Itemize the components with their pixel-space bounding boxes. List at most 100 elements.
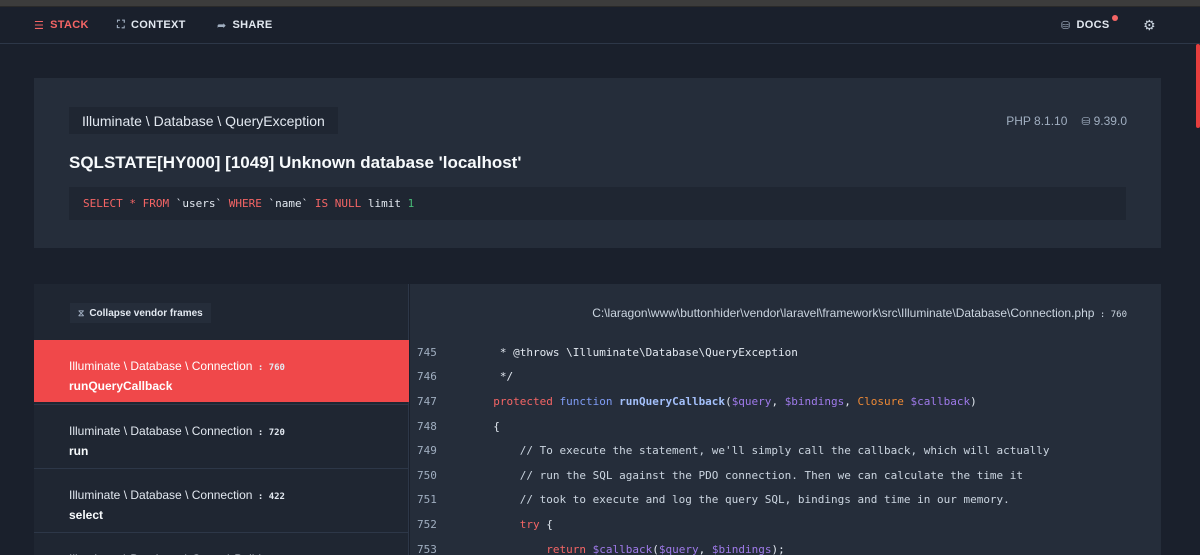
stack-frames-panel: ⧖ Collapse vendor frames Illuminate \ Da… <box>34 284 409 555</box>
type-closure: Closure <box>857 394 904 408</box>
laravel-icon: ⛁ <box>1081 115 1091 128</box>
expand-icon: ⛶ <box>117 18 125 31</box>
line-number: 746 <box>417 370 437 384</box>
sql-from: FROM <box>142 197 170 210</box>
fn-name: runQueryCallback <box>619 394 726 408</box>
frame-line-number: 720 <box>268 428 285 438</box>
paren-open: ( <box>652 542 659 555</box>
var-bindings: $bindings <box>711 542 772 555</box>
window-top-strip <box>0 0 1200 7</box>
paren-open: ( <box>725 394 732 408</box>
line-text: try { <box>480 518 553 531</box>
frame-header: Illuminate \ Database \ Connection : 760 <box>69 357 409 375</box>
var-bindings: $bindings <box>784 394 845 408</box>
comma: , <box>771 394 785 408</box>
stack-frame[interactable]: Illuminate \ Database \ Connection : 760… <box>34 340 409 402</box>
exception-card: Illuminate \ Database \ QueryException P… <box>34 78 1161 248</box>
line-text: return $callback($query, $bindings); <box>480 542 784 555</box>
sql-limit-value: 1 <box>407 197 415 210</box>
stack-frame[interactable]: Illuminate \ Database \ Connection : 720… <box>34 404 409 466</box>
version-info: PHP 8.1.10 ⛁ 9.39.0 <box>1006 114 1127 128</box>
nav-docs-label: DOCS <box>1076 19 1110 31</box>
var-query: $query <box>658 542 699 555</box>
var-callback: $callback <box>585 542 653 555</box>
sql-query: SELECT * FROM `users` WHERE `name` IS NU… <box>69 187 1126 220</box>
kw-return: return <box>546 542 586 555</box>
code-line: 750 // run the SQL against the PDO conne… <box>410 463 1161 488</box>
nav-docs-link[interactable]: ⛁ DOCS <box>1061 15 1118 32</box>
code-line: 751 // took to execute and log the query… <box>410 488 1161 513</box>
sql-table: `users` <box>169 197 229 210</box>
line-number: 753 <box>417 542 437 555</box>
nav-context-tab[interactable]: ⛶ CONTEXT <box>117 19 186 32</box>
sql-limit: limit <box>361 197 408 210</box>
sql-column: `name` <box>261 197 315 210</box>
frame-line: : <box>252 428 269 438</box>
frame-class: Illuminate \ Database \ Connection <box>69 424 253 438</box>
collapse-icon: ⧖ <box>78 307 85 318</box>
scrollbar-thumb[interactable] <box>1196 44 1200 128</box>
kw-try: try <box>519 517 540 531</box>
frame-line: : <box>252 363 269 373</box>
paren-close: ) <box>970 394 977 408</box>
sql-is-null: IS NULL <box>314 197 362 210</box>
frame-header: Illuminate \ Database \ Connection : 422 <box>69 486 409 504</box>
frame-line-number: 422 <box>268 492 285 502</box>
frame-header: Illuminate \ Database \ Query \ Builder … <box>69 550 409 555</box>
notification-dot <box>1111 15 1118 21</box>
line-number: 747 <box>417 394 437 408</box>
stack-frame[interactable]: Illuminate \ Database \ Connection : 422… <box>34 468 409 530</box>
settings-gear-icon[interactable]: ⚙ <box>1143 17 1156 34</box>
kw-function: function <box>559 394 613 408</box>
frame-class: Illuminate \ Database \ Connection <box>69 488 253 502</box>
nav-stack-label: STACK <box>50 19 89 31</box>
nav-stack-tab[interactable]: ☰ STACK <box>34 19 89 32</box>
code-line: 748 { <box>410 414 1161 439</box>
line-text: // run the SQL against the PDO connectio… <box>480 468 1024 482</box>
line-text: * @throws \Illuminate\Database\QueryExce… <box>480 345 798 359</box>
laravel-version: 9.39.0 <box>1093 114 1127 128</box>
code-line: 747 protected function runQueryCallback(… <box>410 389 1161 414</box>
share-icon: ➦ <box>217 19 227 32</box>
collapse-label: Collapse vendor frames <box>89 307 203 319</box>
frame-header: Illuminate \ Database \ Connection : 720 <box>69 422 409 440</box>
collapse-vendor-frames-button[interactable]: ⧖ Collapse vendor frames <box>70 303 211 323</box>
frame-method: run <box>69 444 89 458</box>
nav-share-label: SHARE <box>232 19 273 31</box>
frame-line: : <box>252 492 269 502</box>
line-text: { <box>480 419 500 433</box>
code-line: 752 try { <box>410 512 1161 537</box>
file-path[interactable]: C:\laragon\www\buttonhider\vendor\larave… <box>592 306 1127 320</box>
code-line: 746 */ <box>410 365 1161 390</box>
list-icon: ☰ <box>34 19 45 32</box>
code-line: 749 // To execute the statement, we'll s… <box>410 438 1161 463</box>
line-text: protected function runQueryCallback($que… <box>480 395 977 408</box>
frame-class: Illuminate \ Database \ Connection <box>69 359 253 373</box>
line-number: 751 <box>417 493 437 507</box>
line-number: 752 <box>417 517 437 531</box>
laravel-icon: ⛁ <box>1061 19 1071 32</box>
line-number: 748 <box>417 419 437 433</box>
sql-where: WHERE <box>228 197 262 210</box>
frame-method: select <box>69 508 104 522</box>
brace: { <box>539 517 553 531</box>
var-callback: $callback <box>903 394 971 408</box>
var-query: $query <box>731 394 772 408</box>
sql-star: * <box>122 197 143 210</box>
line-number: 749 <box>417 444 437 458</box>
laravel-version-wrap: ⛁ 9.39.0 <box>1081 114 1127 128</box>
line-text: // To execute the statement, we'll simpl… <box>480 444 1050 458</box>
top-navbar: ☰ STACK ⛶ CONTEXT ➦ SHARE ⛁ DOCS ⚙ <box>0 7 1200 44</box>
line-text: // took to execute and log the query SQL… <box>480 493 1010 507</box>
nav-docs-label-wrap: DOCS <box>1076 15 1118 31</box>
nav-share-tab[interactable]: ➦ SHARE <box>217 19 273 32</box>
file-path-text: C:\laragon\www\buttonhider\vendor\larave… <box>592 306 1095 320</box>
code-snippet-panel: C:\laragon\www\buttonhider\vendor\larave… <box>410 284 1161 555</box>
line-text: */ <box>480 370 514 384</box>
exception-class: Illuminate \ Database \ QueryException <box>69 107 338 134</box>
php-version: PHP 8.1.10 <box>1006 114 1068 128</box>
nav-context-label: CONTEXT <box>131 19 186 31</box>
stack-frame[interactable]: Illuminate \ Database \ Query \ Builder … <box>34 532 409 555</box>
file-path-sep: : <box>1094 310 1111 320</box>
sql-select: SELECT <box>83 197 123 210</box>
